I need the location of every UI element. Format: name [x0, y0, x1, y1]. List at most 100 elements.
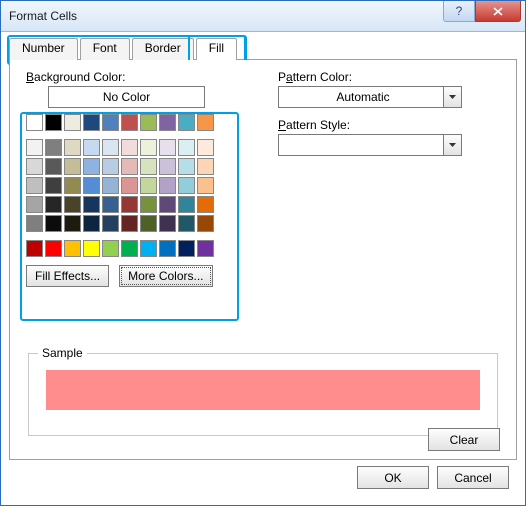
- color-swatch[interactable]: [83, 177, 100, 194]
- color-swatch[interactable]: [102, 139, 119, 156]
- color-swatch[interactable]: [140, 196, 157, 213]
- color-swatch[interactable]: [45, 177, 62, 194]
- color-swatch[interactable]: [83, 158, 100, 175]
- color-swatch[interactable]: [102, 177, 119, 194]
- color-swatch[interactable]: [45, 215, 62, 232]
- window-title: Format Cells: [9, 9, 77, 23]
- color-swatch[interactable]: [121, 177, 138, 194]
- help-button[interactable]: ?: [443, 1, 475, 22]
- color-swatch[interactable]: [159, 177, 176, 194]
- color-swatch[interactable]: [102, 215, 119, 232]
- color-swatch[interactable]: [140, 177, 157, 194]
- pattern-color-label: Pattern Color:: [278, 70, 462, 84]
- color-swatch[interactable]: [140, 139, 157, 156]
- format-cells-dialog: Format Cells ? Number Font Border Fill B…: [0, 0, 526, 506]
- clear-button[interactable]: Clear: [428, 428, 500, 451]
- color-swatch[interactable]: [26, 196, 43, 213]
- titlebar-controls: ?: [443, 1, 521, 22]
- color-swatch[interactable]: [102, 196, 119, 213]
- color-swatch[interactable]: [26, 114, 43, 131]
- pattern-color-dropdown[interactable]: Automatic: [278, 86, 462, 108]
- color-swatch[interactable]: [121, 114, 138, 131]
- tab-border[interactable]: Border: [132, 38, 194, 61]
- color-swatch[interactable]: [26, 139, 43, 156]
- color-swatch[interactable]: [159, 215, 176, 232]
- tab-fill[interactable]: Fill: [196, 38, 237, 62]
- color-swatch[interactable]: [83, 114, 100, 131]
- color-swatch[interactable]: [121, 158, 138, 175]
- color-swatch[interactable]: [178, 240, 195, 257]
- fill-panel: Background Color: No Color Fill Effects.…: [9, 60, 517, 460]
- color-swatch[interactable]: [121, 196, 138, 213]
- tab-number[interactable]: Number: [9, 38, 78, 61]
- sample-label: Sample: [38, 346, 87, 360]
- color-swatch[interactable]: [159, 158, 176, 175]
- titlebar: Format Cells ?: [1, 1, 525, 32]
- color-swatch[interactable]: [102, 240, 119, 257]
- fill-effects-button[interactable]: Fill Effects...: [26, 265, 109, 287]
- color-swatch[interactable]: [64, 158, 81, 175]
- color-swatch[interactable]: [197, 114, 214, 131]
- color-swatch[interactable]: [45, 196, 62, 213]
- color-swatch[interactable]: [197, 139, 214, 156]
- color-swatch[interactable]: [197, 196, 214, 213]
- color-swatch[interactable]: [197, 215, 214, 232]
- color-swatch[interactable]: [178, 177, 195, 194]
- color-swatch[interactable]: [159, 139, 176, 156]
- no-color-button[interactable]: No Color: [48, 86, 205, 108]
- color-swatch[interactable]: [121, 240, 138, 257]
- color-swatch[interactable]: [83, 196, 100, 213]
- color-swatch[interactable]: [102, 114, 119, 131]
- more-colors-button[interactable]: More Colors...: [119, 265, 212, 287]
- color-swatch[interactable]: [45, 240, 62, 257]
- color-swatch[interactable]: [45, 158, 62, 175]
- color-swatch[interactable]: [26, 240, 43, 257]
- color-swatch[interactable]: [178, 158, 195, 175]
- color-swatch[interactable]: [121, 215, 138, 232]
- background-color-label: Background Color:: [26, 70, 241, 84]
- theme-color-row: [26, 114, 241, 131]
- color-swatch[interactable]: [159, 240, 176, 257]
- color-swatch[interactable]: [178, 196, 195, 213]
- color-swatch[interactable]: [159, 196, 176, 213]
- color-swatch[interactable]: [140, 215, 157, 232]
- cancel-button[interactable]: Cancel: [437, 466, 509, 489]
- dialog-buttons: OK Cancel: [357, 466, 509, 489]
- color-swatch[interactable]: [45, 139, 62, 156]
- color-swatch[interactable]: [64, 114, 81, 131]
- color-swatch[interactable]: [64, 240, 81, 257]
- color-swatch[interactable]: [26, 215, 43, 232]
- color-swatch[interactable]: [64, 196, 81, 213]
- color-swatch[interactable]: [197, 240, 214, 257]
- color-swatch[interactable]: [159, 114, 176, 131]
- color-swatch[interactable]: [64, 139, 81, 156]
- color-swatch[interactable]: [178, 114, 195, 131]
- color-swatch[interactable]: [178, 215, 195, 232]
- color-swatch[interactable]: [83, 139, 100, 156]
- color-swatch[interactable]: [140, 158, 157, 175]
- theme-color-variants: [26, 139, 241, 232]
- color-swatch[interactable]: [26, 177, 43, 194]
- close-button[interactable]: [475, 1, 521, 22]
- ok-button[interactable]: OK: [357, 466, 429, 489]
- color-swatch[interactable]: [83, 240, 100, 257]
- color-swatch[interactable]: [140, 114, 157, 131]
- color-swatch[interactable]: [64, 215, 81, 232]
- color-swatch[interactable]: [178, 139, 195, 156]
- tab-strip: Number Font Border Fill: [9, 37, 517, 60]
- pattern-style-dropdown[interactable]: [278, 134, 462, 156]
- color-swatch[interactable]: [102, 158, 119, 175]
- color-swatch[interactable]: [197, 177, 214, 194]
- color-swatch[interactable]: [197, 158, 214, 175]
- pattern-style-label: Pattern Style:: [278, 118, 462, 132]
- color-swatch[interactable]: [121, 139, 138, 156]
- chevron-down-icon: [443, 135, 461, 155]
- color-swatch[interactable]: [64, 177, 81, 194]
- tab-font[interactable]: Font: [80, 38, 130, 61]
- color-swatch[interactable]: [140, 240, 157, 257]
- color-swatch[interactable]: [83, 215, 100, 232]
- pattern-section: Pattern Color: Automatic Pattern Style:: [278, 70, 462, 156]
- standard-colors: [26, 240, 241, 257]
- color-swatch[interactable]: [45, 114, 62, 131]
- color-swatch[interactable]: [26, 158, 43, 175]
